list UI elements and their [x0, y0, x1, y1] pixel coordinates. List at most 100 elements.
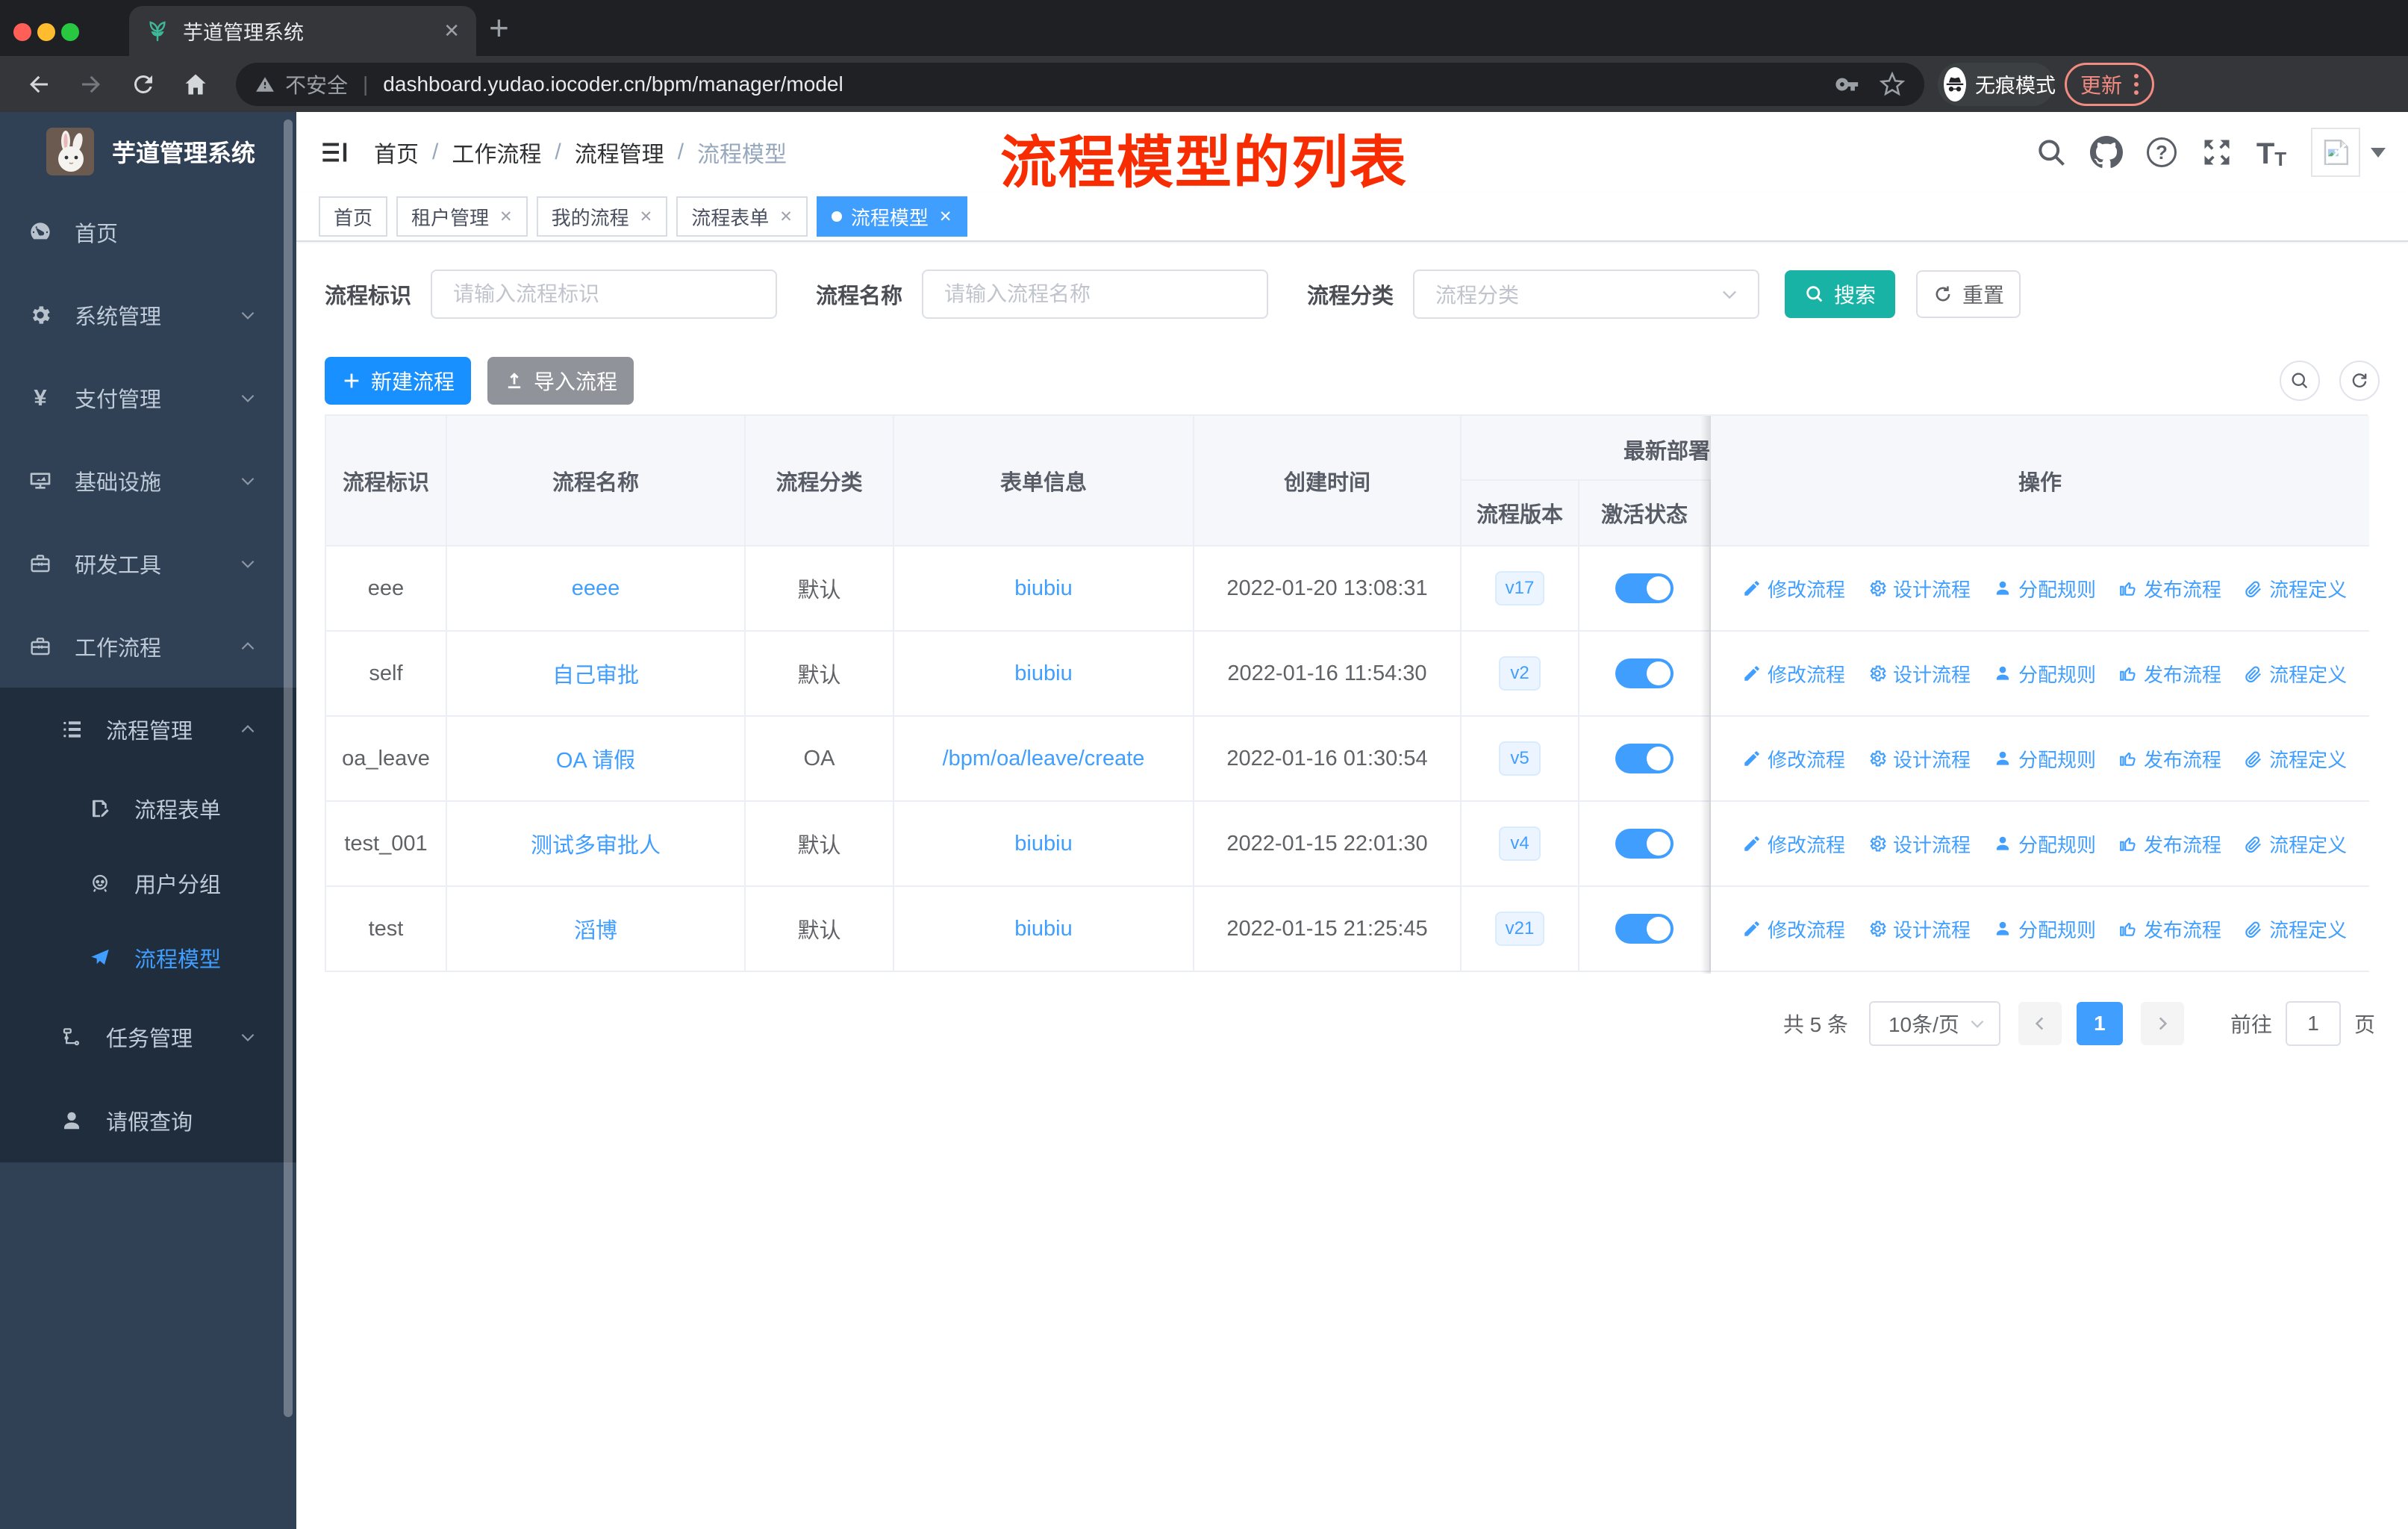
tag-process-model[interactable]: 流程模型 ✕ [816, 196, 967, 237]
process-definition-link[interactable]: 流程定义 [2244, 830, 2347, 858]
tag-tenant[interactable]: 租户管理 ✕ [396, 196, 528, 237]
sidebar-item-infrastructure[interactable]: 基础设施 [0, 439, 296, 522]
tag-close-icon[interactable]: ✕ [640, 208, 653, 226]
process-name-link[interactable]: 滔博 [574, 913, 617, 944]
tag-my-process[interactable]: 我的流程 ✕ [536, 196, 668, 237]
back-icon[interactable] [25, 71, 52, 98]
version-badge[interactable]: v5 [1499, 741, 1541, 776]
design-process-link[interactable]: 设计流程 [1868, 660, 1971, 688]
assign-rule-link[interactable]: 分配规则 [1993, 745, 2096, 773]
tag-close-icon[interactable]: ✕ [499, 208, 513, 226]
breadcrumb-item[interactable]: 流程管理 [575, 136, 664, 169]
publish-process-link[interactable]: 发布流程 [2118, 575, 2221, 602]
sidebar-item-user-group[interactable]: 用户分组 [0, 846, 296, 921]
publish-process-link[interactable]: 发布流程 [2118, 745, 2221, 773]
tag-process-form[interactable]: 流程表单 ✕ [676, 196, 808, 237]
sidebar-item-process-model[interactable]: 流程模型 [0, 921, 296, 995]
assign-rule-link[interactable]: 分配规则 [1993, 830, 2096, 858]
traffic-close-button[interactable] [13, 23, 31, 41]
sidebar-item-process-form[interactable]: 流程表单 [0, 771, 296, 846]
reset-button[interactable]: 重置 [1916, 270, 2021, 318]
process-definition-link[interactable]: 流程定义 [2244, 745, 2347, 773]
github-icon[interactable] [2090, 136, 2123, 169]
search-icon[interactable] [2035, 136, 2068, 169]
avatar[interactable] [2311, 128, 2360, 177]
page-number-1[interactable]: 1 [2076, 1002, 2123, 1045]
sidebar-item-system[interactable]: 系统管理 [0, 273, 296, 356]
design-process-link[interactable]: 设计流程 [1868, 745, 1971, 773]
active-toggle[interactable] [1615, 658, 1674, 688]
process-category-select[interactable]: 流程分类 [1413, 270, 1760, 319]
tag-close-icon[interactable]: ✕ [779, 208, 793, 226]
edit-process-link[interactable]: 修改流程 [1742, 830, 1845, 858]
publish-process-link[interactable]: 发布流程 [2118, 915, 2221, 943]
active-toggle[interactable] [1615, 914, 1674, 944]
tag-home[interactable]: 首页 [319, 196, 388, 237]
traffic-zoom-button[interactable] [61, 23, 79, 41]
import-process-button[interactable]: 导入流程 [487, 357, 634, 405]
reload-icon[interactable] [130, 71, 157, 98]
app-logo-row[interactable]: 芋道管理系统 [0, 112, 296, 190]
form-info-link[interactable]: /bpm/oa/leave/create [943, 747, 1145, 771]
next-page-button[interactable] [2140, 1002, 2184, 1045]
search-button[interactable]: 搜索 [1785, 270, 1896, 318]
password-key-icon[interactable] [1835, 72, 1860, 97]
process-name-link[interactable]: 自己审批 [552, 658, 639, 689]
process-name-link[interactable]: eeee [572, 576, 620, 601]
traffic-minimize-button[interactable] [37, 23, 55, 41]
version-badge[interactable]: v2 [1499, 656, 1541, 691]
new-tab-button[interactable]: + [489, 10, 509, 45]
active-toggle[interactable] [1615, 573, 1674, 603]
font-size-icon[interactable]: TT [2256, 136, 2289, 169]
active-toggle[interactable] [1615, 829, 1674, 859]
version-badge[interactable]: v4 [1499, 826, 1541, 861]
page-size-select[interactable]: 10条/页 [1868, 1001, 2000, 1046]
forward-icon[interactable] [78, 71, 105, 98]
avatar-caret-icon[interactable] [2371, 147, 2386, 158]
form-info-link[interactable]: biubiu [1014, 661, 1072, 686]
bookmark-star-icon[interactable] [1880, 71, 1905, 97]
breadcrumb-item[interactable]: 首页 [374, 136, 419, 169]
process-name-link[interactable]: 测试多审批人 [531, 828, 661, 859]
form-info-link[interactable]: biubiu [1014, 917, 1072, 941]
process-definition-link[interactable]: 流程定义 [2244, 575, 2347, 602]
publish-process-link[interactable]: 发布流程 [2118, 660, 2221, 688]
edit-process-link[interactable]: 修改流程 [1742, 575, 1845, 602]
help-icon[interactable]: ? [2145, 136, 2178, 169]
assign-rule-link[interactable]: 分配规则 [1993, 915, 2096, 943]
sidebar-item-workflow[interactable]: 工作流程 [0, 605, 296, 688]
sidebar-item-leave-query[interactable]: 请假查询 [0, 1079, 296, 1162]
browser-menu-update-button[interactable]: 更新 [2065, 62, 2155, 106]
form-info-link[interactable]: biubiu [1014, 832, 1072, 856]
assign-rule-link[interactable]: 分配规则 [1993, 575, 2096, 602]
sidebar-item-devtools[interactable]: 研发工具 [0, 522, 296, 605]
refresh-button[interactable] [2339, 361, 2380, 401]
sidebar-scrollbar[interactable] [284, 119, 293, 1417]
publish-process-link[interactable]: 发布流程 [2118, 830, 2221, 858]
browser-tab[interactable]: 芋道管理系统 ✕ [129, 6, 476, 56]
form-info-link[interactable]: biubiu [1014, 576, 1072, 601]
edit-process-link[interactable]: 修改流程 [1742, 915, 1845, 943]
process-definition-link[interactable]: 流程定义 [2244, 660, 2347, 688]
edit-process-link[interactable]: 修改流程 [1742, 660, 1845, 688]
home-icon[interactable] [182, 71, 209, 98]
sidebar-item-process-management[interactable]: 流程管理 [0, 688, 296, 771]
process-id-input[interactable] [431, 270, 778, 319]
create-process-button[interactable]: 新建流程 [325, 357, 471, 405]
process-definition-link[interactable]: 流程定义 [2244, 915, 2347, 943]
process-name-link[interactable]: OA 请假 [556, 743, 635, 774]
sidebar-item-payment[interactable]: ¥ 支付管理 [0, 356, 296, 439]
tag-close-icon[interactable]: ✕ [939, 208, 952, 226]
design-process-link[interactable]: 设计流程 [1868, 915, 1971, 943]
sidebar-item-home[interactable]: 首页 [0, 190, 296, 273]
version-badge[interactable]: v21 [1494, 912, 1545, 946]
breadcrumb-item[interactable]: 工作流程 [452, 136, 541, 169]
prev-page-button[interactable] [2018, 1002, 2062, 1045]
design-process-link[interactable]: 设计流程 [1868, 575, 1971, 602]
assign-rule-link[interactable]: 分配规则 [1993, 660, 2096, 688]
process-name-input[interactable] [922, 270, 1269, 319]
active-toggle[interactable] [1615, 744, 1674, 773]
goto-page-input[interactable] [2285, 1001, 2341, 1046]
tab-close-icon[interactable]: ✕ [443, 19, 460, 43]
version-badge[interactable]: v17 [1494, 571, 1545, 605]
